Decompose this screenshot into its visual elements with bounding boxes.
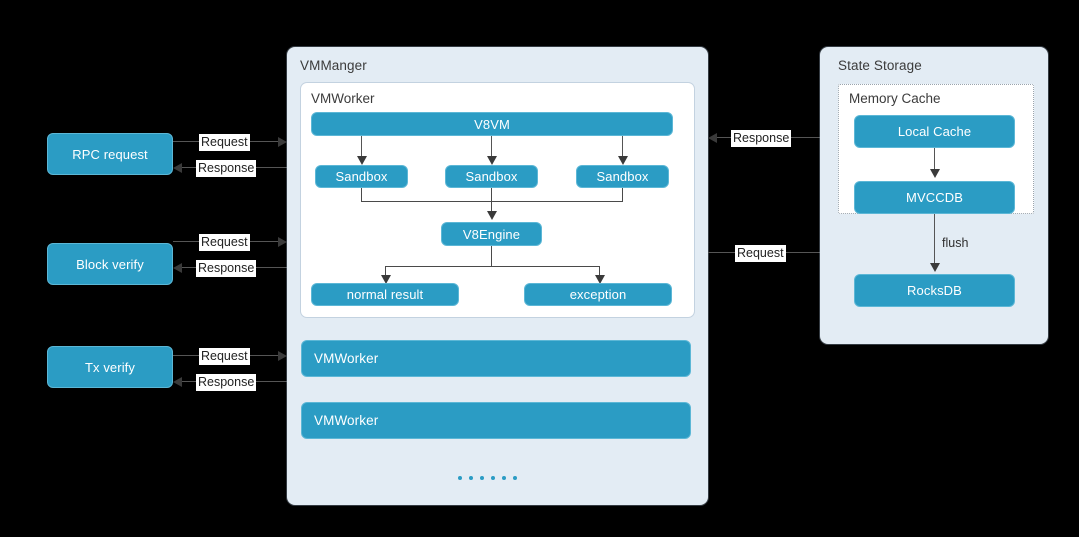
ellipsis-dot — [502, 476, 506, 480]
local-cache-label: Local Cache — [897, 124, 972, 139]
engine-drop-line — [491, 246, 492, 266]
v8engine-box[interactable]: V8Engine — [441, 222, 542, 246]
client-box-block-verify[interactable]: Block verify — [47, 243, 173, 285]
v8vm-to-sandbox-arrowhead-3 — [618, 156, 628, 165]
rpc-response-arrowhead — [173, 163, 182, 173]
vm-worker-bar-label: VMWorker — [314, 351, 379, 366]
v8vm-to-sandbox-line-1 — [361, 136, 362, 158]
rpc-response-label: Response — [196, 160, 257, 177]
client-box-tx-verify[interactable]: Tx verify — [47, 346, 173, 388]
vm-worker-bar-label: VMWorker — [314, 413, 379, 428]
diagram-canvas: RPC request Request Response Block verif… — [0, 0, 1079, 537]
mvccdb-label: MVCCDB — [906, 190, 963, 205]
sandbox-label: Sandbox — [465, 169, 518, 184]
v8vm-label: V8VM — [474, 116, 510, 132]
vm-worker-bar-1[interactable]: VMWorker — [301, 340, 691, 377]
state-storage-title: State Storage — [838, 58, 922, 73]
sandbox-label: Sandbox — [596, 169, 649, 184]
sandbox-box-1[interactable]: Sandbox — [315, 165, 408, 188]
v8vm-to-sandbox-line-2 — [491, 136, 492, 158]
rocksdb-box[interactable]: RocksDB — [854, 274, 1015, 307]
normal-result-label: normal result — [346, 287, 424, 302]
client-box-rpc-request[interactable]: RPC request — [47, 133, 173, 175]
storage-request-label: Request — [735, 245, 786, 262]
sandbox2-drop-line — [491, 188, 492, 213]
client-label: Tx verify — [84, 359, 135, 375]
client-label: RPC request — [72, 146, 148, 162]
ellipsis-dot — [458, 476, 462, 480]
flush-label: flush — [942, 236, 969, 250]
v8engine-label: V8Engine — [462, 226, 521, 242]
sandbox-label: Sandbox — [335, 169, 388, 184]
exception-box[interactable]: exception — [524, 283, 672, 306]
tx-verify-request-label: Request — [199, 348, 250, 365]
block-verify-request-label: Request — [199, 234, 250, 251]
client-label: Block verify — [76, 256, 144, 272]
sandbox1-drop-line — [361, 188, 362, 201]
v8vm-to-sandbox-arrowhead-1 — [357, 156, 367, 165]
sandbox-box-2[interactable]: Sandbox — [445, 165, 538, 188]
engine-split-bus — [385, 266, 599, 267]
flush-line — [934, 214, 935, 265]
ellipsis-dot — [513, 476, 517, 480]
block-verify-response-label: Response — [196, 260, 257, 277]
rocksdb-label: RocksDB — [907, 283, 962, 298]
ellipsis-dot — [480, 476, 484, 480]
vm-worker-detail-title: VMWorker — [311, 91, 375, 106]
vm-worker-bar-2[interactable]: VMWorker — [301, 402, 691, 439]
local-cache-box[interactable]: Local Cache — [854, 115, 1015, 148]
block-verify-request-arrowhead — [278, 237, 287, 247]
rpc-request-label: Request — [199, 134, 250, 151]
storage-response-arrowhead — [708, 133, 717, 143]
sandbox3-drop-line — [622, 188, 623, 201]
tx-verify-response-arrowhead — [173, 377, 182, 387]
block-verify-response-arrowhead — [173, 263, 182, 273]
tx-verify-request-arrowhead — [278, 351, 287, 361]
exception-label: exception — [569, 287, 627, 302]
storage-response-label: Response — [731, 130, 792, 147]
ellipsis-dot — [469, 476, 473, 480]
vm-worker-ellipsis — [458, 476, 517, 480]
sandbox-box-3[interactable]: Sandbox — [576, 165, 669, 188]
rpc-request-arrowhead — [278, 137, 287, 147]
v8vm-to-sandbox-arrowhead-2 — [487, 156, 497, 165]
flush-arrowhead — [930, 263, 940, 272]
tx-verify-response-label: Response — [196, 374, 257, 391]
ellipsis-dot — [491, 476, 495, 480]
normal-result-box[interactable]: normal result — [311, 283, 459, 306]
sandbox-to-engine-arrowhead — [487, 211, 497, 220]
local-cache-to-mvccdb-arrowhead — [930, 169, 940, 178]
v8vm-box[interactable]: V8VM — [311, 112, 673, 136]
sandbox-merge-bus — [361, 201, 623, 202]
memory-cache-title: Memory Cache — [849, 91, 941, 106]
mvccdb-box[interactable]: MVCCDB — [854, 181, 1015, 214]
vm-manager-title: VMManger — [300, 58, 367, 73]
v8vm-to-sandbox-line-3 — [622, 136, 623, 158]
